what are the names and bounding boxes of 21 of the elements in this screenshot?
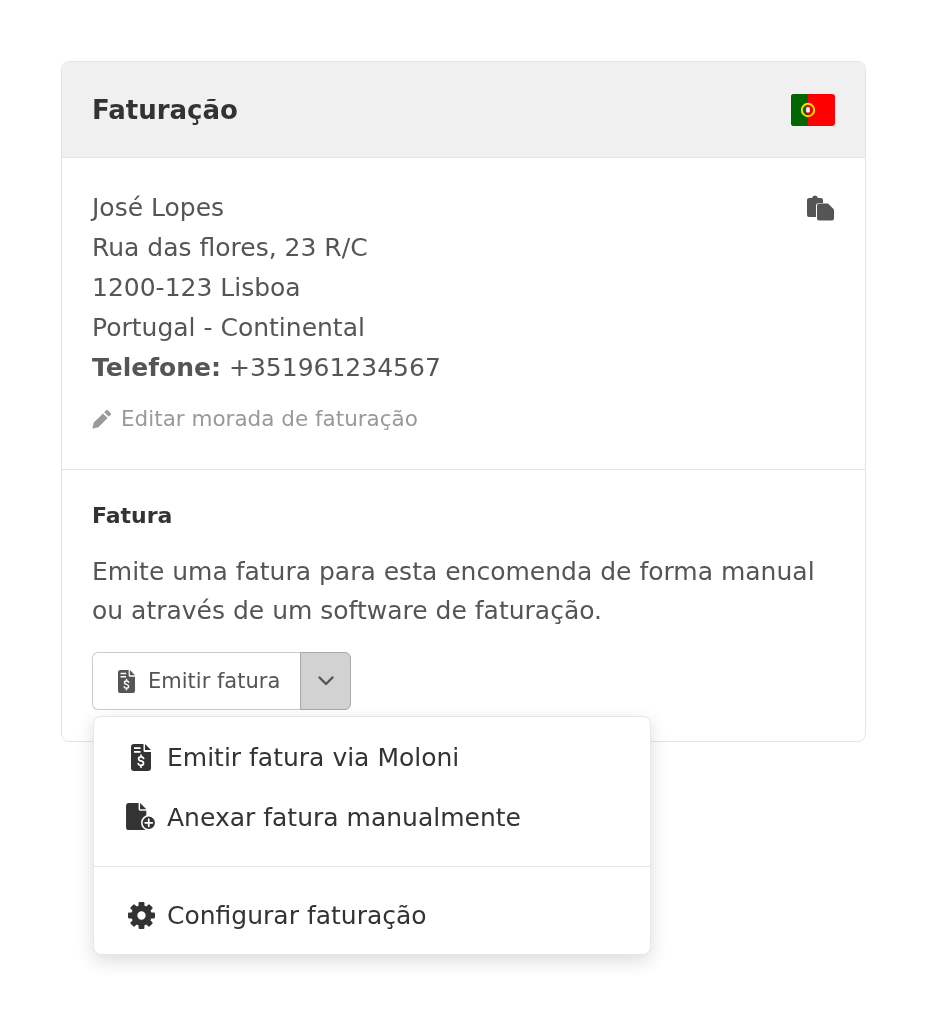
address-line: Rua das flores, 23 R/C [92,232,369,264]
copy-icon[interactable] [806,195,835,221]
issue-invoice-button[interactable]: Emitir fatura [92,652,301,710]
dropdown-toggle[interactable] [300,652,352,710]
invoice-description: Emite uma fatura para esta encomenda de forma manual ou através de um software de faturação. [92,556,816,627]
address-line: 1200-123 Lisboa [92,272,302,304]
menu-item[interactable]: Configurar faturação [94,885,650,945]
settings-icon [127,901,155,929]
menu-item[interactable]: Emitir fatura via Moloni [94,727,650,787]
customer-name: José Lopes [92,192,226,224]
document-dollar-icon [118,669,135,693]
invoice-title: Fatura [92,502,174,530]
document-plus-icon [125,803,157,831]
card-title: Faturação [92,93,238,127]
document-dollar-icon [131,743,151,771]
chevron-down-icon [317,676,334,686]
menu-item[interactable]: Anexar fatura manualmente [94,787,650,847]
address-line: Portugal - Continental [92,312,366,344]
pencil-icon [92,409,112,429]
flag-icon [791,93,835,126]
phone-number-text: Telefone: +351961234567 [92,352,441,384]
